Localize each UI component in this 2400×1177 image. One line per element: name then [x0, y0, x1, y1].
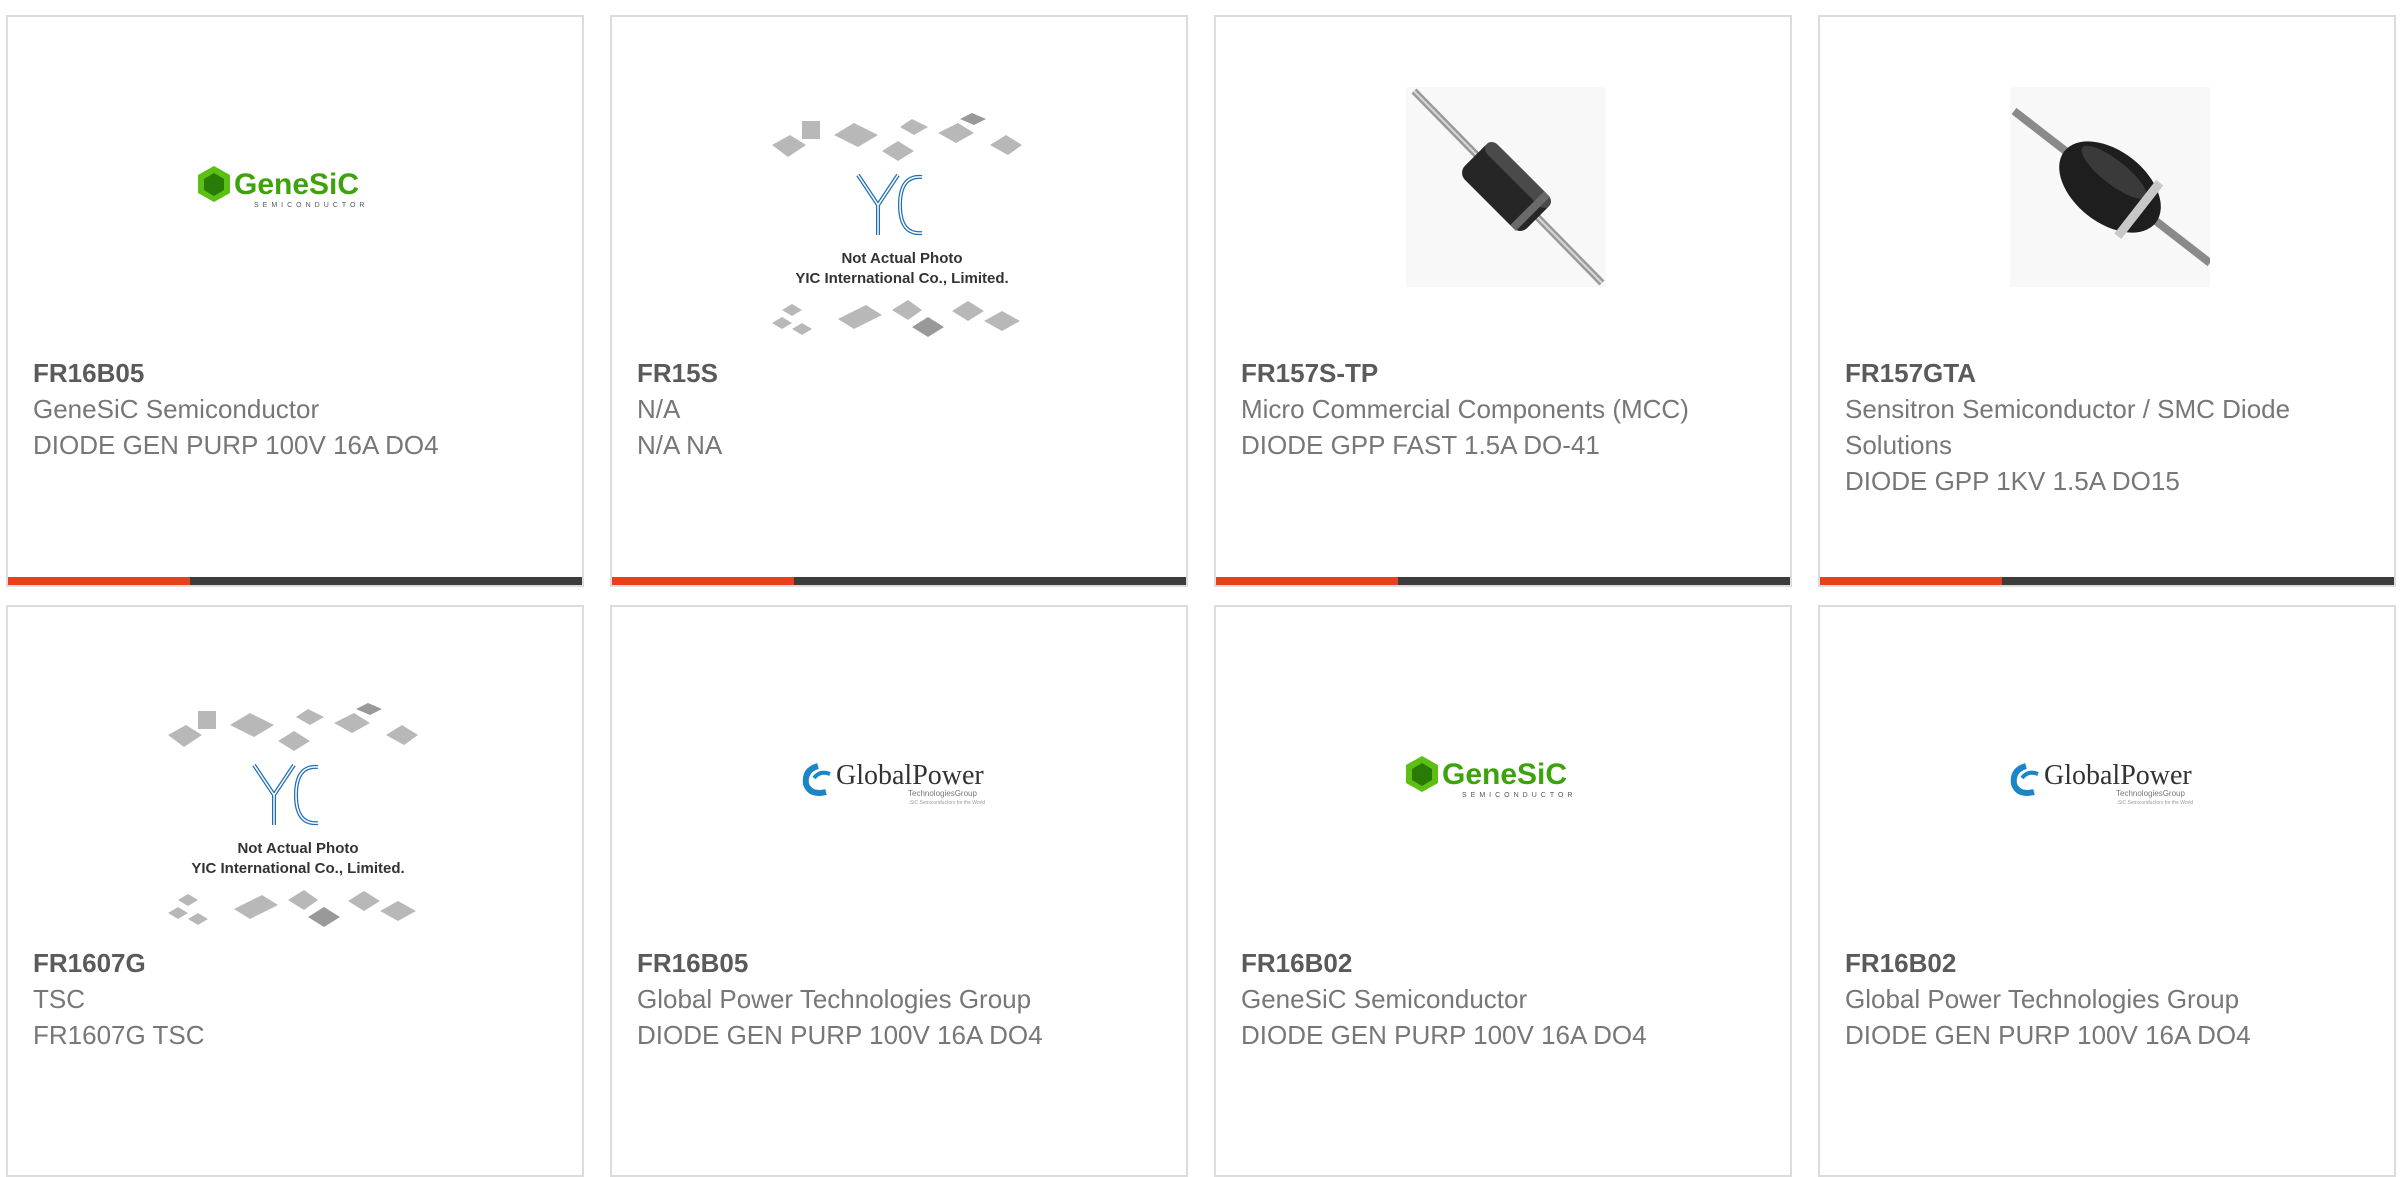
- card-progress-accent: [612, 577, 794, 585]
- globalpower-logo: GlobalPower TechnologiesGroup SiC Semico…: [2010, 760, 2193, 806]
- description: DIODE GEN PURP 100V 16A DO4: [1241, 1020, 1647, 1050]
- part-number[interactable]: FR16B05: [33, 355, 553, 391]
- product-image: GlobalPower TechnologiesGroup SiC Semico…: [1820, 607, 2394, 952]
- product-image: [1820, 17, 2394, 362]
- placeholder-text-line1: Not Actual Photo: [237, 840, 358, 857]
- product-image: [1216, 17, 1790, 362]
- manufacturer: TSC: [33, 984, 85, 1014]
- manufacturer: Global Power Technologies Group: [637, 984, 1032, 1014]
- svg-text:GeneSiC: GeneSiC: [1442, 758, 1567, 791]
- svg-text:TechnologiesGroup: TechnologiesGroup: [2116, 789, 2185, 798]
- part-number[interactable]: FR157S-TP: [1241, 355, 1761, 391]
- product-card[interactable]: GlobalPower TechnologiesGroup SiC Semico…: [1818, 605, 2396, 1177]
- description: FR1607G TSC: [33, 1020, 205, 1050]
- description: DIODE GEN PURP 100V 16A DO4: [1845, 1020, 2251, 1050]
- part-number[interactable]: FR16B05: [637, 945, 1157, 981]
- placeholder-text-line2: YIC International Co., Limited.: [795, 270, 1008, 287]
- placeholder-text-line1: Not Actual Photo: [841, 250, 962, 267]
- description: DIODE GPP FAST 1.5A DO-41: [1241, 430, 1600, 460]
- svg-text:SEMICONDUCTOR: SEMICONDUCTOR: [254, 202, 368, 209]
- card-progress-accent: [1216, 577, 1398, 585]
- product-image: Not Actual Photo YIC International Co., …: [8, 607, 582, 952]
- svg-text:GeneSiC: GeneSiC: [234, 168, 359, 201]
- part-number[interactable]: FR1607G: [33, 945, 553, 981]
- card-progress-bar: [1216, 577, 1790, 585]
- genesic-logo: GeneSiC SEMICONDUCTOR: [1406, 756, 1576, 799]
- axial-diode-photo: [1406, 87, 1606, 287]
- part-number[interactable]: FR157GTA: [1845, 355, 2365, 391]
- yic-placeholder-image: Not Actual Photo YIC International Co., …: [168, 703, 418, 927]
- svg-text:SiC Semiconductors for the Wor: SiC Semiconductors for the World: [2118, 800, 2193, 806]
- svg-text:GlobalPower: GlobalPower: [2044, 760, 2192, 791]
- description: DIODE GPP 1KV 1.5A DO15: [1845, 466, 2180, 496]
- card-progress-bar: [612, 577, 1186, 585]
- product-image: GlobalPower TechnologiesGroup SiC Semico…: [612, 607, 1186, 952]
- card-progress-bar: [8, 577, 582, 585]
- description: DIODE GEN PURP 100V 16A DO4: [33, 430, 439, 460]
- part-number[interactable]: FR15S: [637, 355, 1157, 391]
- description: DIODE GEN PURP 100V 16A DO4: [637, 1020, 1043, 1050]
- yic-placeholder-image: Not Actual Photo YIC International Co., …: [772, 113, 1022, 337]
- product-image: GeneSiC SEMICONDUCTOR: [8, 17, 582, 362]
- manufacturer: GeneSiC Semiconductor: [1241, 984, 1528, 1014]
- product-card[interactable]: FR157GTA Sensitron Semiconductor / SMC D…: [1818, 15, 2396, 587]
- product-image: GeneSiC SEMICONDUCTOR: [1216, 607, 1790, 952]
- product-card[interactable]: FR157S-TP Micro Commercial Components (M…: [1214, 15, 1792, 587]
- product-card[interactable]: Not Actual Photo YIC International Co., …: [610, 15, 1188, 587]
- product-card[interactable]: Not Actual Photo YIC International Co., …: [6, 605, 584, 1177]
- manufacturer: GeneSiC Semiconductor: [33, 394, 320, 424]
- card-progress-bar: [1820, 577, 2394, 585]
- part-number[interactable]: FR16B02: [1241, 945, 1761, 981]
- genesic-logo: GeneSiC SEMICONDUCTOR: [198, 166, 368, 209]
- globalpower-logo: GlobalPower TechnologiesGroup SiC Semico…: [802, 760, 985, 806]
- description: N/A NA: [637, 430, 723, 460]
- manufacturer: Sensitron Semiconductor / SMC Diode Solu…: [1845, 394, 2291, 460]
- svg-text:GlobalPower: GlobalPower: [836, 760, 984, 791]
- manufacturer: Global Power Technologies Group: [1845, 984, 2240, 1014]
- card-progress-accent: [8, 577, 190, 585]
- manufacturer: Micro Commercial Components (MCC): [1241, 394, 1689, 424]
- svg-text:SEMICONDUCTOR: SEMICONDUCTOR: [1462, 792, 1576, 799]
- manufacturer: N/A: [637, 394, 681, 424]
- product-image: Not Actual Photo YIC International Co., …: [612, 17, 1186, 362]
- product-card[interactable]: GeneSiC SEMICONDUCTOR FR16B05 GeneSiC Se…: [6, 15, 584, 587]
- card-progress-accent: [1820, 577, 2002, 585]
- svg-text:TechnologiesGroup: TechnologiesGroup: [908, 789, 977, 798]
- axial-diode-photo: [2010, 87, 2210, 287]
- part-number[interactable]: FR16B02: [1845, 945, 2365, 981]
- svg-text:SiC Semiconductors for the Wor: SiC Semiconductors for the World: [910, 800, 985, 806]
- placeholder-text-line2: YIC International Co., Limited.: [191, 860, 404, 877]
- product-card[interactable]: GlobalPower TechnologiesGroup SiC Semico…: [610, 605, 1188, 1177]
- product-card[interactable]: GeneSiC SEMICONDUCTOR FR16B02 GeneSiC Se…: [1214, 605, 1792, 1177]
